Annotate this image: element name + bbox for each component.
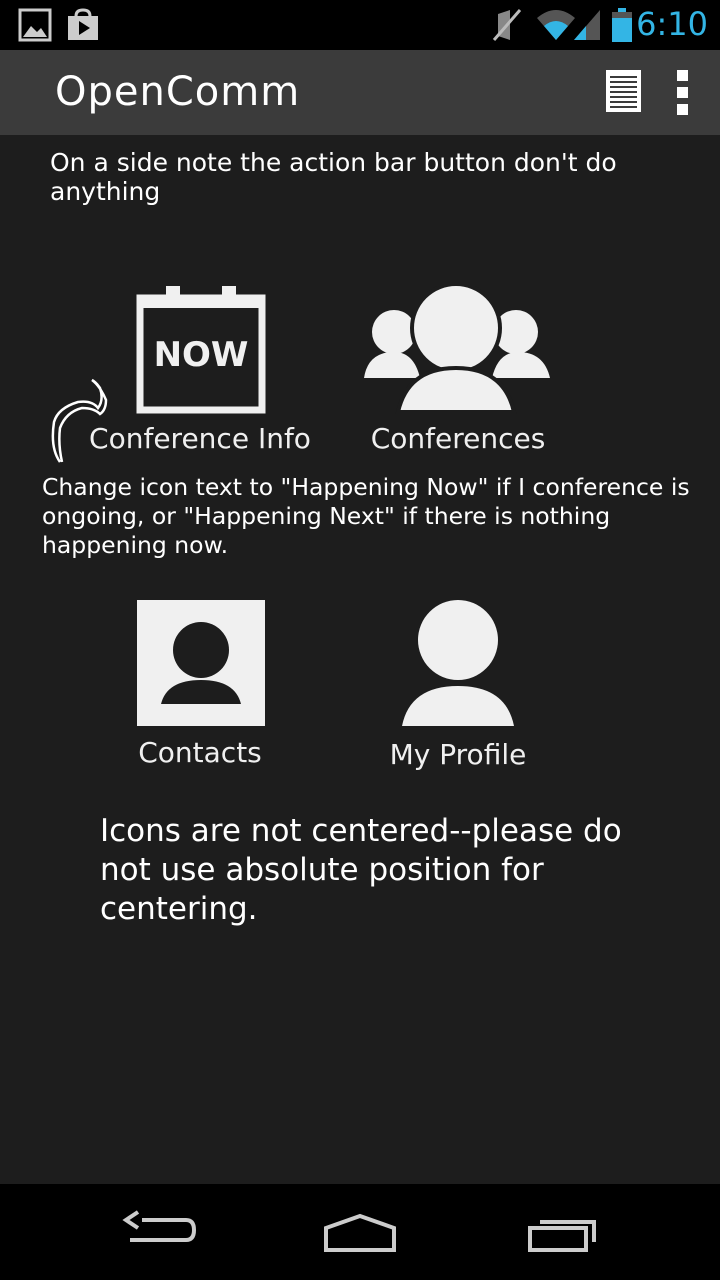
tile-label: Contacts [138,736,262,769]
group-icon [364,286,550,414]
tile-contacts[interactable]: Contacts [80,600,320,775]
overflow-menu-icon[interactable] [657,67,709,119]
tile-label: Conferences [370,422,546,455]
back-icon[interactable] [120,1204,200,1260]
wifi-icon [537,10,575,40]
top-note: On a side note the action bar button don… [50,148,617,206]
person-icon [402,600,514,726]
battery-icon [612,8,632,42]
clock: 6:10 [636,5,708,43]
play-store-notification-icon [68,8,98,40]
list-view-icon[interactable] [598,67,650,119]
gallery-notification-icon [18,8,52,42]
middle-note: Change icon text to "Happening Now" if I… [42,473,690,559]
contact-card-icon [137,600,265,726]
action-bar: OpenComm [0,50,720,135]
bottom-note: Icons are not centered--please do not us… [100,813,622,927]
status-bar: 6:10 [0,0,720,50]
tile-conferences[interactable]: Conferences [338,286,578,466]
mute-icon [492,9,522,41]
recent-apps-icon[interactable] [524,1204,604,1260]
signal-icon [574,10,600,40]
app-title: OpenComm [55,69,301,115]
calendar-now-text: NOW [154,335,249,375]
navigation-bar [0,1184,720,1280]
home-icon[interactable] [320,1204,400,1260]
calendar-now-icon: NOW [136,286,266,414]
tile-conference-info[interactable]: NOW Conference Info [80,286,320,466]
tile-label: My Profile [389,738,527,771]
tile-label: Conference Info [89,422,311,455]
tile-my-profile[interactable]: My Profile [338,600,578,775]
